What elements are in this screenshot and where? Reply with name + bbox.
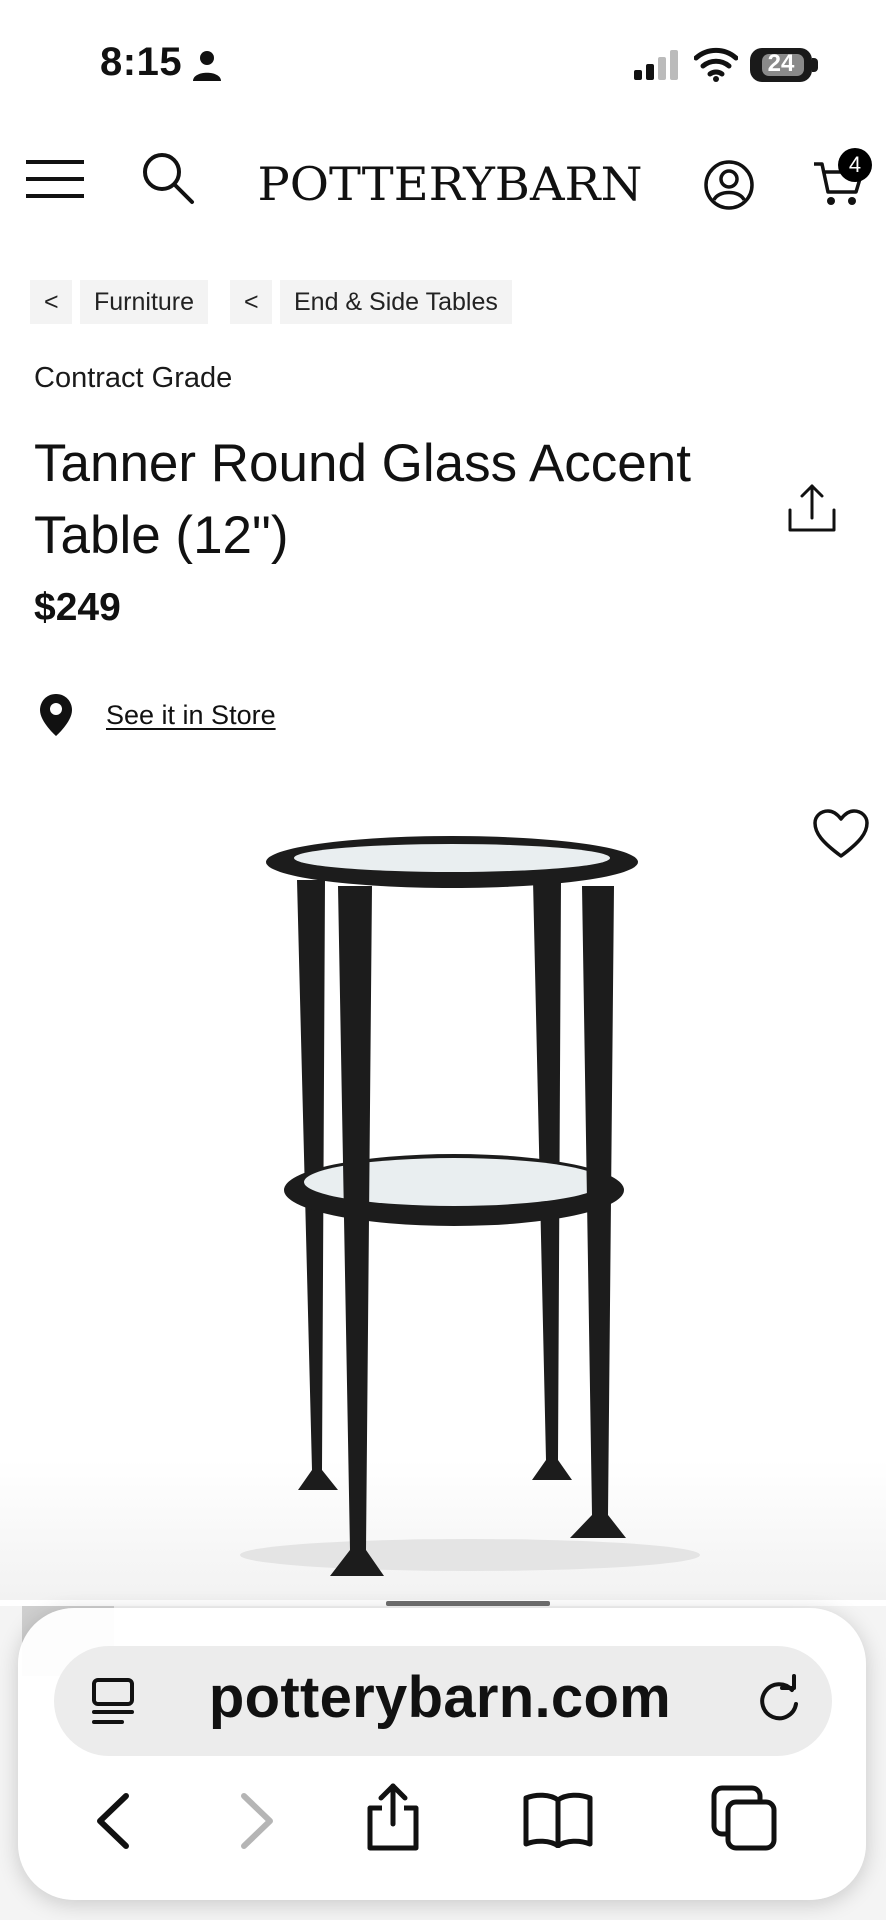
cart-count-badge: 4: [838, 148, 872, 182]
breadcrumb-back-button[interactable]: <: [230, 280, 272, 324]
heart-icon[interactable]: [812, 808, 870, 860]
forward-icon[interactable]: [232, 1792, 282, 1850]
see-it-in-store-link[interactable]: See it in Store: [106, 700, 276, 731]
signal-icon: [634, 50, 678, 80]
breadcrumb-end-side-tables[interactable]: End & Side Tables: [280, 280, 512, 324]
account-icon[interactable]: [702, 158, 756, 212]
wifi-icon: [694, 47, 738, 82]
product-eyebrow: Contract Grade: [34, 362, 233, 394]
menu-icon[interactable]: [26, 158, 84, 200]
search-icon[interactable]: [140, 150, 196, 206]
person-icon: [193, 51, 221, 81]
product-image[interactable]: [0, 780, 886, 1600]
pottery-barn-logo[interactable]: POTTERYBARN: [255, 155, 645, 211]
status-time: 8:15: [100, 40, 183, 84]
logo-text: POTTERYBARN: [258, 157, 643, 211]
battery-tip: [812, 58, 818, 72]
url-text[interactable]: potterybarn.com: [130, 1664, 750, 1731]
location-pin-icon: [40, 694, 72, 736]
reload-icon[interactable]: [752, 1674, 806, 1728]
product-title: Tanner Round Glass Accent Table (12"): [34, 434, 691, 565]
battery-percent: 24: [767, 50, 795, 77]
share-icon[interactable]: [364, 1782, 422, 1852]
product-price: $249: [34, 586, 121, 629]
share-icon[interactable]: [782, 480, 842, 540]
breadcrumb-back-button[interactable]: <: [30, 280, 72, 324]
bookmarks-icon[interactable]: [522, 1790, 594, 1848]
tabs-icon[interactable]: [710, 1784, 780, 1854]
back-icon[interactable]: [88, 1792, 138, 1850]
breadcrumb-furniture[interactable]: Furniture: [80, 280, 209, 324]
